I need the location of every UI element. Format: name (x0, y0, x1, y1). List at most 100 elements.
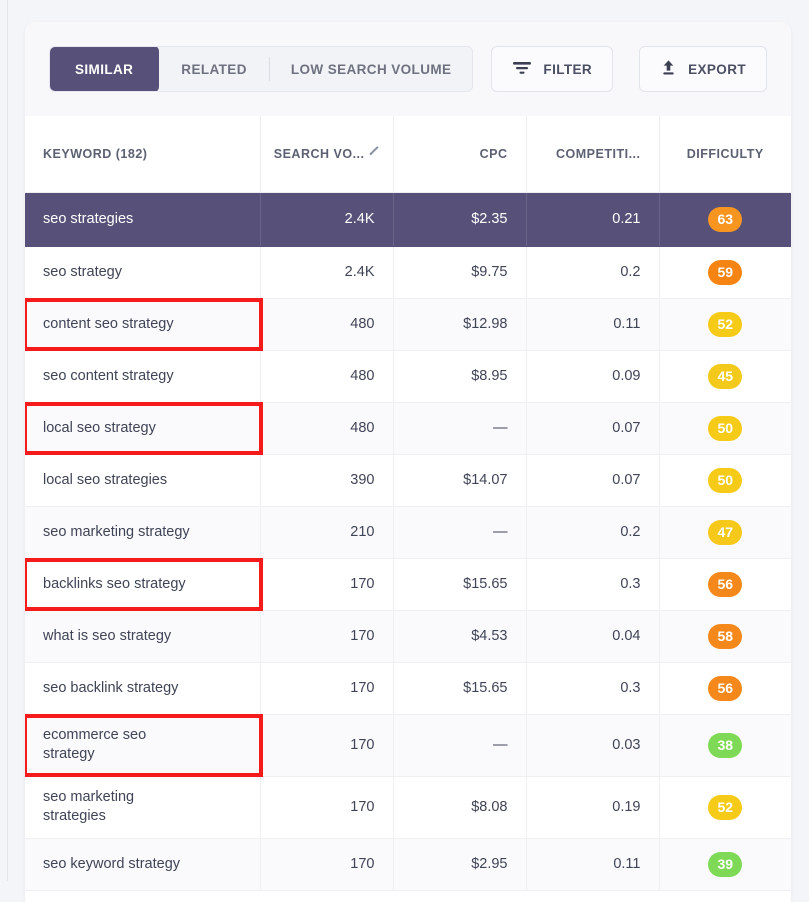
difficulty-badge: 38 (708, 732, 743, 758)
tab-low-search-volume[interactable]: LOW SEARCH VOLUME (268, 47, 473, 91)
page-left-edge (0, 0, 8, 881)
cell-search-volume: 480 (260, 350, 394, 403)
difficulty-badge: 56 (708, 675, 743, 701)
cell-search-volume: 170 (260, 558, 394, 611)
cell-difficulty: 47 (659, 506, 791, 559)
difficulty-badge: 56 (708, 571, 743, 597)
cell-search-volume: 390 (260, 454, 394, 507)
cell-keyword: seo marketing strategy (25, 506, 261, 559)
table-row[interactable]: ecommerce seo strategy 170—0.03 38 (25, 714, 791, 777)
table-row[interactable]: seo marketing strategies 170 $8.08 0.19 52 (25, 776, 791, 839)
cell-cpc: $9.75 (393, 246, 527, 299)
column-header-search-volume-label: SEARCH VO... (273, 146, 365, 161)
cell-competition: 0.3 (526, 662, 660, 715)
table-row[interactable]: seo strategies 2.4K $2.35 0.21 63 (25, 192, 791, 247)
table-row[interactable]: local seo strategies 390 $14.07 0.07 50 (25, 454, 791, 507)
cell-difficulty: 39 (659, 838, 791, 891)
cell-search-volume: 2.4K (260, 246, 394, 299)
upload-arrow-icon (660, 59, 677, 79)
column-header-keyword[interactable]: KEYWORD (182) (25, 116, 261, 193)
filter-icon (512, 60, 532, 79)
cell-keyword: what is seo strategy (25, 610, 261, 663)
difficulty-badge: 63 (708, 206, 743, 232)
cell-difficulty: 56 (659, 558, 791, 611)
cell-difficulty: 58 (659, 610, 791, 663)
cell-search-volume: 170 (260, 714, 394, 777)
table-row[interactable]: local seo strategy 480—0.07 50 (25, 402, 791, 455)
cell-keyword: backlinks seo strategy (25, 558, 261, 611)
cell-search-volume: 170 (260, 610, 394, 663)
cell-competition: 0.09 (526, 350, 660, 403)
cell-competition: 0.11 (526, 298, 660, 351)
difficulty-badge: 47 (708, 519, 743, 545)
cell-keyword: seo backlink strategy (25, 662, 261, 715)
cell-cpc: $12.98 (393, 298, 527, 351)
cell-keyword: seo strategies (25, 192, 261, 247)
filter-button-label: FILTER (543, 61, 593, 77)
cell-difficulty: 63 (659, 192, 791, 247)
cell-competition: 0.11 (526, 838, 660, 891)
cell-competition: 0.3 (526, 558, 660, 611)
difficulty-badge: 58 (708, 623, 743, 649)
difficulty-badge: 52 (708, 794, 743, 820)
cell-difficulty: 59 (659, 246, 791, 299)
cell-competition: 0.2 (526, 246, 660, 299)
cell-keyword: seo content strategy (25, 350, 261, 403)
keyword-results-card: SIMILAR RELATED LOW SEARCH VOLUME FILTER (25, 22, 791, 902)
cell-cpc: — (393, 506, 527, 559)
cell-keyword: seo marketing strategies (25, 776, 261, 839)
cell-difficulty: 50 (659, 454, 791, 507)
cell-competition: 0.03 (526, 714, 660, 777)
table-row[interactable]: seo keyword strategy 170 $2.95 0.11 39 (25, 838, 791, 891)
table-row[interactable]: seo content strategy 480 $8.95 0.09 45 (25, 350, 791, 403)
cell-cpc: $2.35 (393, 192, 527, 247)
cell-cpc: $2.95 (393, 838, 527, 891)
difficulty-badge: 39 (708, 851, 743, 877)
cell-cpc: $8.95 (393, 350, 527, 403)
table-row[interactable]: seo marketing strategy 210—0.2 47 (25, 506, 791, 559)
cell-search-volume: 210 (260, 506, 394, 559)
cell-competition: 0.19 (526, 776, 660, 839)
export-button[interactable]: EXPORT (639, 46, 767, 92)
cell-competition: 0.2 (526, 506, 660, 559)
cell-difficulty: 56 (659, 662, 791, 715)
column-header-cpc[interactable]: CPC (393, 116, 527, 193)
cell-keyword: seo keyword strategy (25, 838, 261, 891)
cell-competition: 0.21 (526, 192, 660, 247)
cell-cpc: $15.65 (393, 558, 527, 611)
table-row[interactable]: seo backlink strategy 170 $15.65 0.3 56 (25, 662, 791, 715)
cell-competition: 0.04 (526, 610, 660, 663)
difficulty-badge: 45 (708, 363, 743, 389)
cell-keyword: local seo strategy (25, 402, 261, 455)
cell-cpc: — (393, 402, 527, 455)
cell-search-volume: 170 (260, 838, 394, 891)
cell-difficulty: 38 (659, 714, 791, 777)
table-row[interactable]: backlinks seo strategy 170 $15.65 0.3 56 (25, 558, 791, 611)
table-header-row: KEYWORD (182) SEARCH VO... CPC COMPETITI… (25, 116, 791, 193)
cell-keyword: seo strategy (25, 246, 261, 299)
tab-similar[interactable]: SIMILAR (50, 47, 160, 91)
chevron-down-icon (368, 146, 379, 156)
cell-cpc: $8.08 (393, 776, 527, 839)
column-header-competition[interactable]: COMPETITI... (526, 116, 660, 193)
column-header-difficulty[interactable]: DIFFICULTY (659, 116, 791, 193)
view-tab-group: SIMILAR RELATED LOW SEARCH VOLUME (49, 46, 474, 92)
difficulty-badge: 50 (708, 467, 743, 493)
tab-related[interactable]: RELATED (159, 47, 269, 91)
filter-button[interactable]: FILTER (491, 46, 614, 92)
cell-keyword: ecommerce seo strategy (25, 714, 261, 777)
keyword-results-table: KEYWORD (182) SEARCH VO... CPC COMPETITI… (25, 116, 791, 891)
cell-search-volume: 480 (260, 402, 394, 455)
cell-competition: 0.07 (526, 454, 660, 507)
cell-competition: 0.07 (526, 402, 660, 455)
table-row[interactable]: what is seo strategy 170 $4.53 0.04 58 (25, 610, 791, 663)
table-row[interactable]: seo strategy 2.4K $9.75 0.2 59 (25, 246, 791, 299)
table-body: seo strategies 2.4K $2.35 0.21 63 seo strateg… (25, 192, 791, 891)
table-row[interactable]: content seo strategy 480 $12.98 0.11 52 (25, 298, 791, 351)
cell-cpc: $15.65 (393, 662, 527, 715)
column-header-search-volume[interactable]: SEARCH VO... (260, 116, 394, 193)
cell-search-volume: 170 (260, 776, 394, 839)
cell-cpc: — (393, 714, 527, 777)
cell-keyword: content seo strategy (25, 298, 261, 351)
cell-difficulty: 45 (659, 350, 791, 403)
